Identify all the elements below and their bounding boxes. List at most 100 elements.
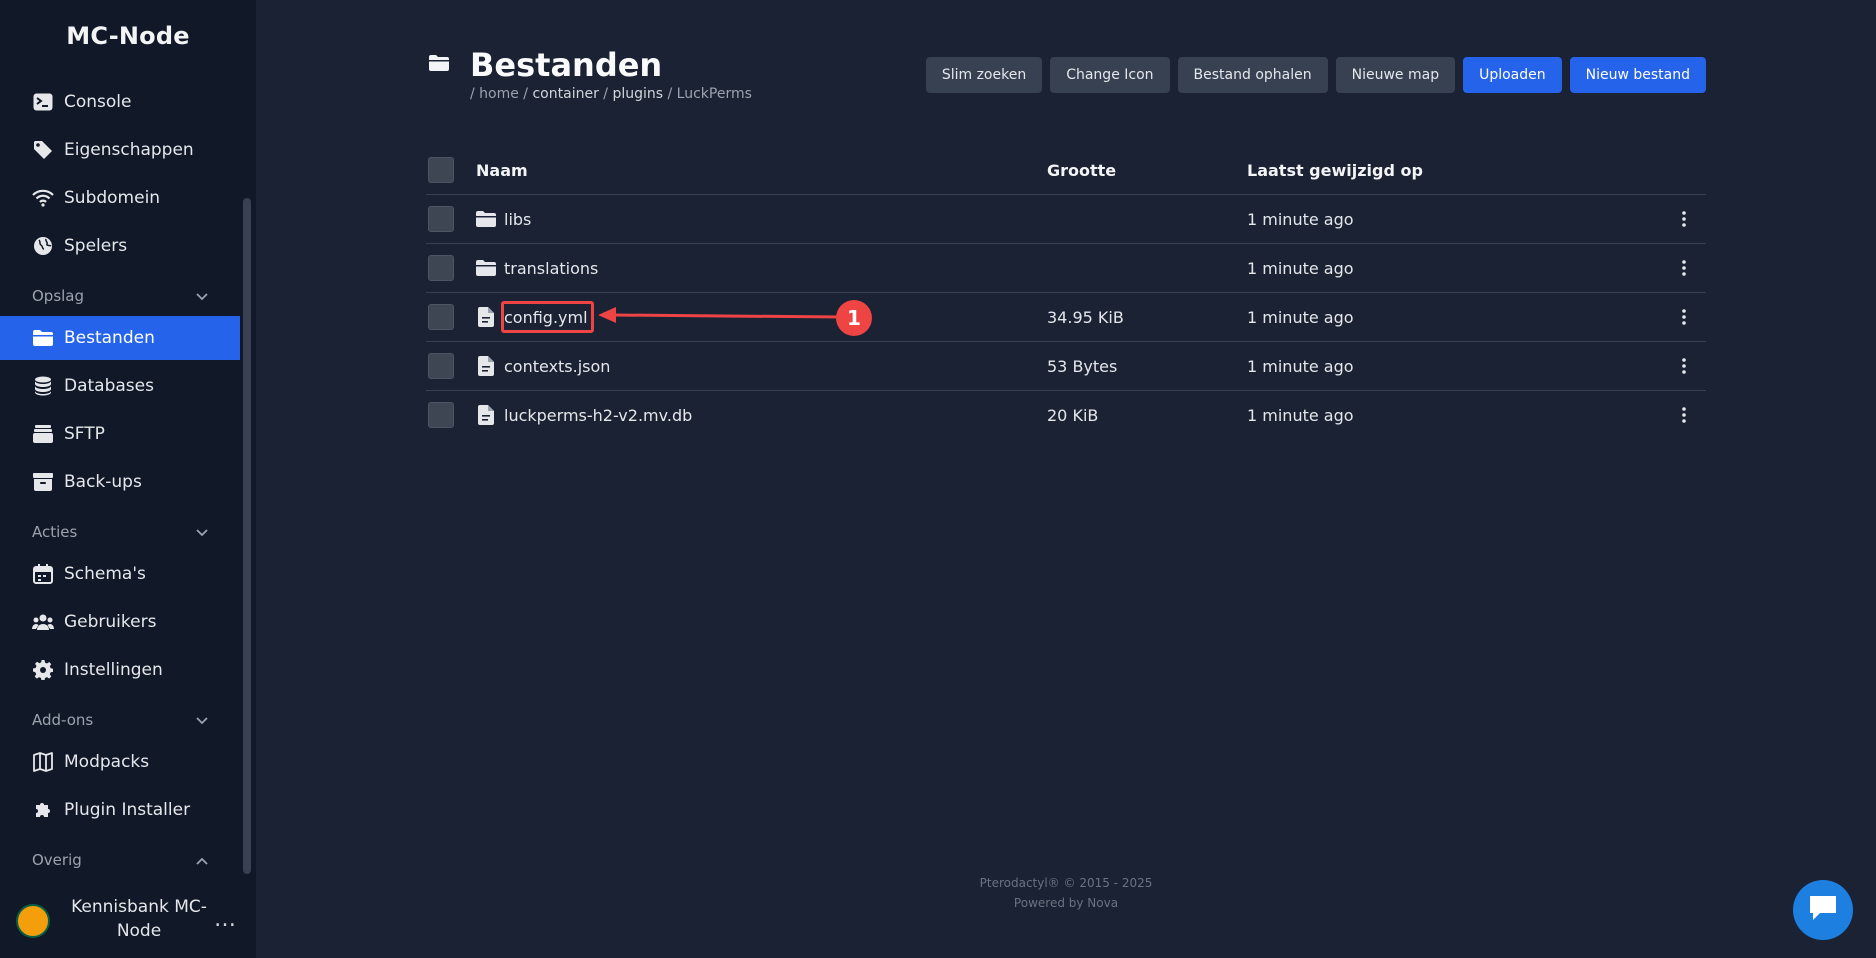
sidebar-item-label: Databases [64,376,154,396]
new-folder-button[interactable]: Nieuwe map [1335,57,1456,93]
select-all-checkbox[interactable] [428,157,454,183]
row-checkbox[interactable] [428,255,454,281]
row-menu-icon[interactable] [1674,352,1694,380]
user-name-line2: Node [116,921,162,941]
file-icon [474,403,498,427]
sidebar-item-plugin-installer[interactable]: Plugin Installer [0,788,240,832]
sidebar-item-gebruikers[interactable]: Gebruikers [0,600,240,644]
sidebar-item-label: Schema's [64,564,146,584]
file-name[interactable]: translations [504,259,598,278]
sidebar-item-label: SFTP [64,424,105,444]
sidebar-item-subdomein[interactable]: Subdomein [0,176,240,220]
breadcrumb-plugins[interactable]: plugins [612,86,663,102]
wifi-icon [32,187,54,209]
file-size: 34.95 KiB [1047,307,1124,327]
sidebar-item-modpacks[interactable]: Modpacks [0,740,240,784]
tag-icon [32,139,54,161]
row-menu-icon[interactable] [1674,254,1694,282]
sidebar-item-bestanden[interactable]: Bestanden [0,316,240,360]
row-menu-icon[interactable] [1674,303,1694,331]
smart-search-button[interactable]: Slim zoeken [925,57,1043,93]
chevron-down-icon [196,523,208,541]
file-modified: 1 minute ago [1247,356,1354,376]
section-opslag[interactable]: Opslag [32,282,208,310]
file-name[interactable]: libs [504,210,531,229]
sidebar-item-spelers[interactable]: Spelers [0,224,240,268]
more-icon[interactable]: … [214,907,236,932]
sidebar-item-label: Console [64,92,132,112]
sidebar-item-instellingen[interactable]: Instellingen [0,648,240,692]
user-profile[interactable]: Kennisbank MC- Node … [14,895,244,945]
server-icon [32,423,54,445]
sidebar-item-label: Spelers [64,236,128,256]
footer: Pterodactyl® © 2015 - 2025 Powered by No… [426,873,1706,913]
file-name-cell[interactable]: luckperms-h2-v2.mv.db [474,403,692,427]
file-name[interactable]: contexts.json [504,357,610,376]
file-name[interactable]: luckperms-h2-v2.mv.db [504,406,692,425]
annotation-highlight-box [501,301,594,333]
file-size: 53 Bytes [1047,356,1118,376]
row-checkbox[interactable] [428,402,454,428]
table-row[interactable]: translations 1 minute ago [426,244,1706,293]
folder-icon [474,256,498,280]
sidebar-item-label: Back-ups [64,472,142,492]
sidebar-item-label: Bestanden [64,328,155,348]
folder-icon [474,207,498,231]
sidebar-item-backups[interactable]: Back-ups [0,460,240,504]
breadcrumb: / home / container / plugins / LuckPerms [470,86,752,102]
header-name[interactable]: Naam [476,161,528,180]
database-icon [32,375,54,397]
sidebar-item-label: Gebruikers [64,612,157,632]
table-row[interactable]: libs 1 minute ago [426,195,1706,244]
breadcrumb-container[interactable]: container [532,86,598,102]
footer-copyright[interactable]: Pterodactyl® © 2015 - 2025 [426,873,1706,893]
row-checkbox[interactable] [428,353,454,379]
brand-logo[interactable]: MC-Node [0,22,256,50]
breadcrumb-current: LuckPerms [676,86,752,102]
file-name-cell[interactable]: contexts.json [474,354,610,378]
sidebar-item-label: Plugin Installer [64,800,191,820]
calendar-icon [32,563,54,585]
section-label: Overig [32,851,82,869]
row-menu-icon[interactable] [1674,401,1694,429]
new-file-button[interactable]: Nieuw bestand [1569,57,1706,93]
folder-icon [32,327,54,349]
sidebar-item-eigenschappen[interactable]: Eigenschappen [0,128,240,172]
upload-button[interactable]: Uploaden [1463,57,1562,93]
footer-powered-by[interactable]: Powered by Nova [426,893,1706,913]
avatar [16,904,50,938]
chevron-down-icon [196,711,208,729]
user-name-line1: Kennisbank MC- [71,897,207,917]
fetch-file-button[interactable]: Bestand ophalen [1177,57,1328,93]
row-checkbox[interactable] [428,304,454,330]
section-acties[interactable]: Acties [32,518,208,546]
sidebar-scrollbar[interactable] [243,198,251,874]
file-table: Naam Grootte Laatst gewijzigd op libs 1 … [426,146,1706,439]
chevron-up-icon [196,851,208,869]
header-size[interactable]: Grootte [1047,161,1116,180]
row-menu-icon[interactable] [1674,205,1694,233]
change-icon-button[interactable]: Change Icon [1050,57,1170,93]
section-addons[interactable]: Add-ons [32,706,208,734]
file-modified: 1 minute ago [1247,307,1354,327]
sidebar-item-sftp[interactable]: SFTP [0,412,240,456]
file-size: 20 KiB [1047,405,1099,425]
file-icon [474,354,498,378]
sidebar-item-label: Eigenschappen [64,140,194,160]
sidebar-item-label: Subdomein [64,188,161,208]
sidebar-item-databases[interactable]: Databases [0,364,240,408]
breadcrumb-root[interactable]: / home / [470,86,528,102]
globe-icon [32,235,54,257]
table-row[interactable]: contexts.json 53 Bytes 1 minute ago [426,342,1706,391]
folder-icon [428,54,450,76]
file-name-cell[interactable]: libs [474,207,531,231]
file-name-cell[interactable]: translations [474,256,598,280]
row-checkbox[interactable] [428,206,454,232]
chat-button[interactable] [1793,880,1853,940]
header-modified[interactable]: Laatst gewijzigd op [1247,161,1423,180]
section-overig[interactable]: Overig [32,846,208,874]
table-row[interactable]: luckperms-h2-v2.mv.db 20 KiB 1 minute ag… [426,391,1706,439]
sidebar-item-console[interactable]: Console [0,80,240,124]
section-label: Add-ons [32,711,94,729]
sidebar-item-schemas[interactable]: Schema's [0,552,240,596]
